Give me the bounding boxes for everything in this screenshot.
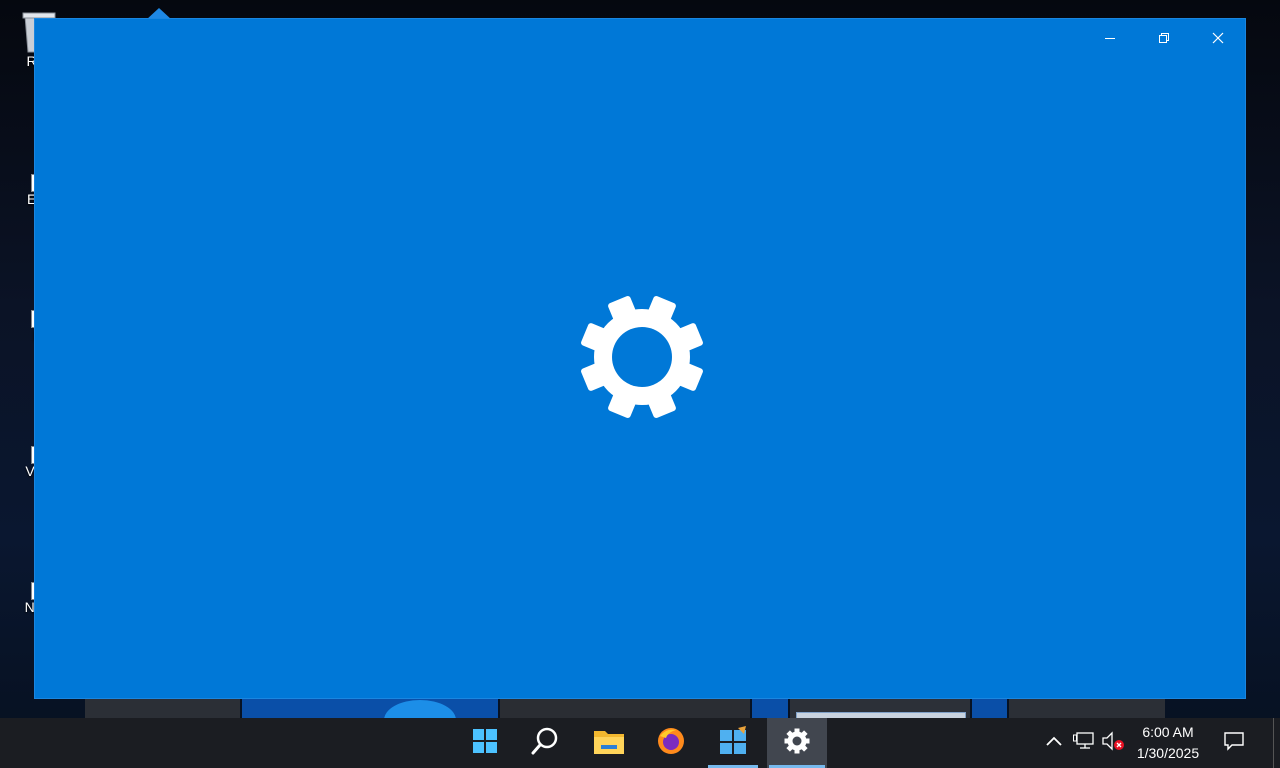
- gear-icon: [784, 728, 810, 759]
- clock-time: 6:00 AM: [1142, 724, 1194, 740]
- restore-icon: [1158, 32, 1170, 44]
- chevron-up-icon: [1046, 733, 1062, 751]
- background-window-graphic: [384, 700, 456, 740]
- gear-icon: [581, 296, 703, 423]
- firefox-taskbar-button[interactable]: [644, 718, 698, 768]
- network-tray-button[interactable]: [1072, 731, 1096, 756]
- show-desktop-button[interactable]: [1273, 718, 1280, 768]
- background-window[interactable]: [242, 698, 498, 740]
- volume-muted-icon: [1100, 730, 1126, 757]
- desktop-icon-edge[interactable]: [144, 6, 174, 20]
- taskbar: 6:00 AM 1/30/2025: [0, 718, 1280, 768]
- control-panel-taskbar-button[interactable]: [706, 718, 760, 768]
- settings-taskbar-button[interactable]: [767, 718, 827, 768]
- show-hidden-icons-button[interactable]: [1044, 732, 1064, 752]
- background-window[interactable]: [1009, 698, 1165, 718]
- close-icon: [1212, 32, 1224, 44]
- background-window[interactable]: [752, 698, 788, 718]
- search-icon: [530, 726, 560, 761]
- windows-logo-icon: [473, 728, 497, 758]
- volume-tray-button[interactable]: [1100, 730, 1126, 757]
- background-window[interactable]: [972, 698, 1007, 718]
- taskbar-clock[interactable]: 6:00 AM 1/30/2025: [1128, 722, 1208, 764]
- firefox-icon: [656, 726, 686, 761]
- action-center-button[interactable]: [1222, 731, 1246, 756]
- background-window[interactable]: [85, 698, 240, 718]
- close-button[interactable]: [1191, 19, 1245, 57]
- control-panel-icon: [718, 725, 748, 761]
- minimize-button[interactable]: [1083, 19, 1137, 57]
- search-button[interactable]: [518, 718, 572, 768]
- notification-icon: [1223, 731, 1245, 756]
- background-window[interactable]: [790, 698, 970, 720]
- background-window[interactable]: [500, 698, 750, 718]
- network-icon: [1073, 731, 1095, 756]
- restore-button[interactable]: [1137, 19, 1191, 57]
- settings-window[interactable]: [35, 19, 1245, 698]
- minimize-icon: [1104, 32, 1116, 44]
- clock-date: 1/30/2025: [1136, 745, 1200, 761]
- start-button[interactable]: [458, 718, 512, 768]
- file-explorer-button[interactable]: [582, 718, 636, 768]
- folder-icon: [593, 727, 625, 760]
